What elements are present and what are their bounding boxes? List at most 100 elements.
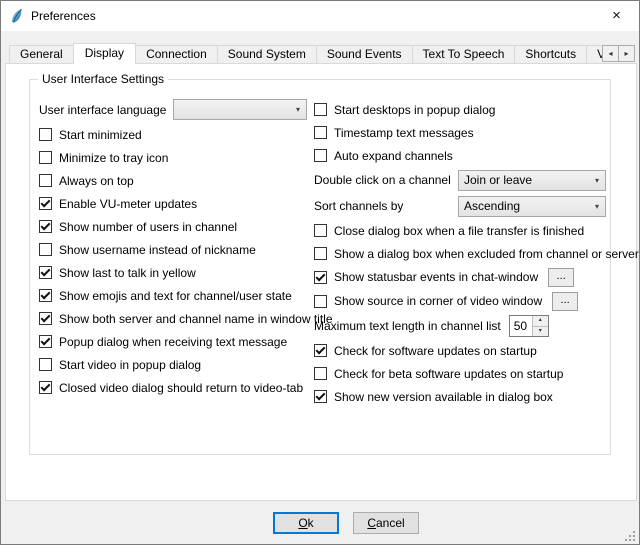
checkbox-row[interactable]: Show a dialog box when excluded from cha…: [314, 242, 606, 265]
checkbox[interactable]: [39, 335, 52, 348]
close-button[interactable]: ×: [594, 1, 639, 30]
tab-scroll-right-button[interactable]: ▸: [618, 45, 635, 62]
checkbox-label: Show number of users in channel: [59, 220, 237, 234]
checkbox-label: Start video in popup dialog: [59, 358, 201, 372]
checkbox-label: Popup dialog when receiving text message: [59, 335, 287, 349]
language-combobox[interactable]: ▾: [173, 99, 307, 120]
cancel-button[interactable]: Cancel: [353, 512, 419, 534]
checkbox[interactable]: [39, 358, 52, 371]
checkbox-row[interactable]: Auto expand channels: [314, 144, 606, 167]
checkbox-row[interactable]: Popup dialog when receiving text message: [39, 330, 307, 353]
checkbox-label: Timestamp text messages: [334, 126, 474, 140]
sort-channels-row: Sort channels by Ascending ▾: [314, 193, 606, 219]
resize-grip[interactable]: [624, 529, 637, 542]
right-mid-checkbox-list: Close dialog box when a file transfer is…: [314, 219, 606, 265]
group-title: User Interface Settings: [38, 72, 168, 86]
checkbox-label: Close dialog box when a file transfer is…: [334, 224, 584, 238]
tab-label: Sound Events: [327, 47, 402, 61]
checkbox[interactable]: [39, 197, 52, 210]
checkbox-row[interactable]: Start minimized: [39, 123, 307, 146]
checkbox[interactable]: [39, 289, 52, 302]
checkbox-row[interactable]: Close dialog box when a file transfer is…: [314, 219, 606, 242]
checkbox-row[interactable]: Closed video dialog should return to vid…: [39, 376, 307, 399]
chevron-down-icon: ▾: [290, 105, 306, 114]
checkbox-label: Show both server and channel name in win…: [59, 312, 333, 326]
close-icon: ×: [612, 7, 621, 24]
tab-page-display: User Interface Settings User interface l…: [5, 63, 637, 501]
language-row: User interface language ▾: [39, 98, 307, 121]
spin-up-icon[interactable]: ▴: [533, 316, 548, 327]
tab[interactable]: Sound Events: [316, 45, 413, 63]
checkbox-label: Show emojis and text for channel/user st…: [59, 289, 292, 303]
checkbox-row[interactable]: Show last to talk in yellow: [39, 261, 307, 284]
video-source-more-button[interactable]: ...: [552, 292, 578, 311]
checkbox[interactable]: [39, 266, 52, 279]
checkbox[interactable]: [39, 312, 52, 325]
checkbox[interactable]: [39, 174, 52, 187]
chevron-down-icon: ▾: [589, 176, 605, 185]
tab-bar: General Display Connection Sound System …: [9, 43, 609, 64]
checkbox-row[interactable]: Show number of users in channel: [39, 215, 307, 238]
sort-channels-label: Sort channels by: [314, 199, 458, 213]
checkbox[interactable]: [314, 367, 327, 380]
checkbox[interactable]: [314, 224, 327, 237]
tab-scroll-left-button[interactable]: ◂: [602, 45, 619, 62]
checkbox[interactable]: [39, 151, 52, 164]
right-top-checkbox-list: Start desktops in popup dialog Timestamp…: [314, 98, 606, 167]
checkbox[interactable]: [39, 381, 52, 394]
checkbox-row[interactable]: Timestamp text messages: [314, 121, 606, 144]
checkbox[interactable]: [314, 247, 327, 260]
checkbox-row[interactable]: Show username instead of nickname: [39, 238, 307, 261]
tab[interactable]: Connection: [135, 45, 218, 63]
ok-button[interactable]: Ok: [273, 512, 339, 534]
tab[interactable]: Sound System: [217, 45, 317, 63]
checkbox-row[interactable]: Show emojis and text for channel/user st…: [39, 284, 307, 307]
spin-down-icon[interactable]: ▾: [533, 327, 548, 337]
checkbox-row[interactable]: Check for beta software updates on start…: [314, 362, 606, 385]
checkbox[interactable]: [314, 103, 327, 116]
tab[interactable]: Shortcuts: [514, 45, 587, 63]
checkbox[interactable]: [314, 390, 327, 403]
checkbox[interactable]: [39, 128, 52, 141]
checkbox-label: Check for software updates on startup: [334, 344, 537, 358]
checkbox[interactable]: [314, 344, 327, 357]
checkbox-label: Show new version available in dialog box: [334, 390, 553, 404]
checkbox-row[interactable]: Start video in popup dialog: [39, 353, 307, 376]
checkbox-row[interactable]: Show new version available in dialog box: [314, 385, 606, 408]
tab[interactable]: Display: [73, 43, 136, 64]
checkbox-label: Auto expand channels: [334, 149, 453, 163]
checkbox[interactable]: [314, 126, 327, 139]
left-checkbox-list: Start minimized Minimize to tray icon Al…: [39, 123, 307, 399]
tab-label: Sound System: [228, 47, 306, 61]
titlebar: Preferences ×: [1, 1, 639, 31]
checkbox[interactable]: [314, 149, 327, 162]
checkbox-label: Always on top: [59, 174, 134, 188]
left-arrow-icon: ◂: [608, 49, 612, 58]
checkbox-row[interactable]: Start desktops in popup dialog: [314, 98, 606, 121]
checkbox[interactable]: [39, 220, 52, 233]
double-click-combobox[interactable]: Join or leave ▾: [458, 170, 606, 191]
right-bottom-checkbox-list: Check for software updates on startup Ch…: [314, 339, 606, 408]
double-click-row: Double click on a channel Join or leave …: [314, 167, 606, 193]
checkbox-label: Show last to talk in yellow: [59, 266, 196, 280]
max-text-length-spinner[interactable]: 50 ▴ ▾: [509, 315, 549, 337]
left-column: User interface language ▾ Start minimize…: [39, 98, 307, 399]
tab-label: General: [20, 47, 63, 61]
tab[interactable]: Text To Speech: [412, 45, 516, 63]
tab-label: Display: [85, 46, 124, 60]
checkbox-row[interactable]: Show both server and channel name in win…: [39, 307, 307, 330]
checkbox-row[interactable]: Enable VU-meter updates: [39, 192, 307, 215]
preferences-window: Preferences × General Display Connection…: [0, 0, 640, 545]
chevron-down-icon: ▾: [589, 202, 605, 211]
checkbox[interactable]: [314, 271, 327, 284]
checkbox-row[interactable]: Check for software updates on startup: [314, 339, 606, 362]
checkbox-row[interactable]: Minimize to tray icon: [39, 146, 307, 169]
checkbox[interactable]: [39, 243, 52, 256]
tab[interactable]: General: [9, 45, 74, 63]
statusbar-events-more-button[interactable]: ...: [548, 268, 574, 287]
checkbox[interactable]: [314, 295, 327, 308]
tab-label: Connection: [146, 47, 207, 61]
checkbox-label: Start desktops in popup dialog: [334, 103, 495, 117]
checkbox-row[interactable]: Always on top: [39, 169, 307, 192]
sort-channels-combobox[interactable]: Ascending ▾: [458, 196, 606, 217]
